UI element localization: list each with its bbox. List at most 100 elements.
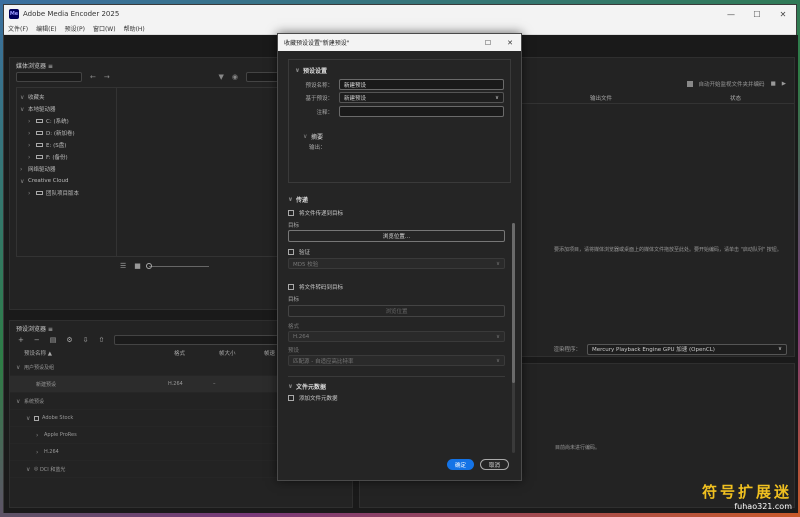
add-preset-icon[interactable]: + <box>18 336 24 344</box>
transcode-checkbox[interactable] <box>288 284 294 290</box>
back-icon[interactable]: ← <box>90 73 96 81</box>
copy-source-label: 将文件传递到目标 <box>299 211 344 217</box>
menu-help[interactable]: 帮助(H) <box>124 24 145 33</box>
encoding-status: 目前尚未进行编码。 <box>555 445 601 451</box>
cancel-button[interactable]: 取消 <box>479 459 509 470</box>
dialog-close-icon[interactable]: ✕ <box>499 39 521 47</box>
zoom-slider[interactable] <box>145 262 209 269</box>
chevron-right-icon: › <box>20 165 23 173</box>
chevron-right-icon: › <box>28 153 31 161</box>
watermark-url: fuhao321.com <box>734 502 792 511</box>
team-icon <box>36 191 43 195</box>
chevron-down-icon[interactable]: ∨ <box>295 67 303 74</box>
dialog-title: 收藏预设设置"新建预设" <box>284 40 350 47</box>
tree-item[interactable]: › F: (备份) <box>20 151 113 163</box>
preset-settings-dialog: 收藏预设设置"新建预设" ☐ ✕ ∨ 预设设置 预设名称： 新建预设 基于预设： 新建… <box>277 33 522 481</box>
title-bar: Me Adobe Media Encoder 2025 — ☐ ✕ <box>4 5 796 23</box>
preset-name-input[interactable]: 新建预设 <box>339 79 504 90</box>
chevron-right-icon: › <box>28 141 31 149</box>
deliver-title: 传递 <box>296 196 309 204</box>
chevron-down-icon[interactable]: ∨ <box>288 196 296 203</box>
tree-item[interactable]: ∨ 本地驱动器 <box>20 103 113 115</box>
start-queue-icon[interactable]: ▶ <box>782 81 786 87</box>
renderer-label: 渲染程序： <box>553 347 581 353</box>
comment-label: 注释： <box>316 109 333 116</box>
folder-tree: ∨ 收藏夹 ∨ 本地驱动器 › C: (系统) › D: (新加卷) › E: (S盘) … <box>17 88 117 256</box>
menu-file[interactable]: 文件(F) <box>8 24 28 33</box>
chevron-down-icon: ∨ <box>20 105 25 113</box>
verify-checkbox[interactable] <box>288 249 294 255</box>
col-output[interactable]: 输出文件 <box>590 94 730 102</box>
app-logo: Me <box>9 9 19 19</box>
browse2-button[interactable]: 浏览位置 <box>288 305 505 317</box>
chevron-right-icon: › <box>28 129 31 137</box>
add-metadata-checkbox[interactable] <box>288 395 294 401</box>
location-dropdown[interactable] <box>16 72 82 82</box>
col-status[interactable]: 状态 <box>730 94 741 102</box>
transcode-label: 将文件转码到目标 <box>299 285 344 291</box>
import-icon[interactable]: ⇩ <box>83 336 89 344</box>
target2-label: 目标 <box>288 297 300 303</box>
verify-dropdown[interactable]: MD5 校验 ∨ <box>288 258 505 269</box>
maximize-icon[interactable]: ☐ <box>744 10 770 19</box>
tree-item[interactable]: › C: (系统) <box>20 115 113 127</box>
autostart-checkbox[interactable] <box>686 81 693 87</box>
view-icon[interactable]: ◉ <box>232 73 238 81</box>
settings-icon[interactable]: ⚙ <box>66 336 72 344</box>
menu-window[interactable]: 窗口(W) <box>93 24 116 33</box>
tree-item[interactable]: › D: (新加卷) <box>20 127 113 139</box>
list-view-icon[interactable]: ☰ <box>120 262 126 270</box>
dialog-title-bar: 收藏预设设置"新建预设" ☐ ✕ <box>278 34 521 51</box>
metadata-title: 文件元数据 <box>296 383 327 391</box>
autostart-label: 自动开始监视文件夹并编码 <box>698 82 765 88</box>
menu-preset[interactable]: 预设(P) <box>65 24 85 33</box>
tree-item[interactable]: › 网络驱动器 <box>20 163 113 175</box>
stop-icon[interactable]: ■ <box>771 81 776 87</box>
target-label: 目标 <box>288 222 300 229</box>
col-rate[interactable]: 帧速 <box>264 349 275 357</box>
tree-item[interactable]: ∨ Creative Cloud <box>20 175 113 187</box>
forward-icon[interactable]: → <box>104 73 110 81</box>
window-title: Adobe Media Encoder 2025 <box>23 10 120 18</box>
chevron-down-icon[interactable]: ∨ <box>288 383 296 390</box>
chevron-down-icon: ∨ <box>495 357 500 364</box>
chevron-down-icon: ∨ <box>777 346 782 352</box>
preset-dropdown[interactable]: 匹配源 - 自适应高比特率 ∨ <box>288 355 505 366</box>
chevron-down-icon: ∨ <box>495 260 500 267</box>
based-on-dropdown[interactable]: 新建预设 ∨ <box>339 92 504 103</box>
minimize-icon[interactable]: — <box>718 10 744 19</box>
browse-button[interactable]: 浏览位置... <box>288 230 505 242</box>
preset-settings-section: ∨ 预设设置 预设名称： 新建预设 基于预设： 新建预设 ∨ 注释： ∨ 摘要 输出： <box>288 59 511 183</box>
drive-icon <box>36 155 43 159</box>
thumbnail-view-icon[interactable]: ■ <box>134 262 141 270</box>
dialog-maximize-icon[interactable]: ☐ <box>477 39 499 47</box>
tree-item[interactable]: › E: (S盘) <box>20 139 113 151</box>
tree-item[interactable]: › 团队项目版本 <box>20 187 113 199</box>
deliver-section: ∨ 传递 将文件传递到目标 目标 浏览位置... 验证 MD5 校验 ∨ 将文件转码… <box>288 193 511 404</box>
col-format[interactable]: 格式 <box>174 349 219 357</box>
col-size[interactable]: 帧大小 <box>219 349 264 357</box>
comment-input[interactable] <box>339 106 504 117</box>
format-dropdown[interactable]: H.264 ∨ <box>288 331 505 342</box>
col-name[interactable]: 预设名称 ▲ <box>24 349 174 357</box>
dialog-scrollbar[interactable] <box>512 223 515 453</box>
tree-item[interactable]: ∨ 收藏夹 <box>20 91 113 103</box>
menu-edit[interactable]: 编辑(E) <box>36 24 56 33</box>
renderer-dropdown[interactable]: Mercury Playback Engine GPU 加速 (OpenCL) ∨ <box>587 343 787 355</box>
group-icon[interactable]: ▤ <box>50 336 57 344</box>
copy-source-checkbox[interactable] <box>288 210 294 216</box>
ok-button[interactable]: 确定 <box>446 459 474 470</box>
queue-hint: 要添加项目，请将媒体浏览器或桌面上的媒体文件拖放至此处。要开始编码，请单击 "启… <box>554 247 782 253</box>
watermark-text: 符号扩展迷 <box>701 483 792 501</box>
chevron-down-icon[interactable]: ∨ <box>303 133 311 140</box>
add-metadata-label: 添加文件元数据 <box>299 396 338 402</box>
based-on-label: 基于预设： <box>305 95 333 102</box>
output-label: 输出： <box>309 145 326 151</box>
remove-preset-icon[interactable]: − <box>34 336 40 344</box>
chevron-right-icon: › <box>28 117 31 125</box>
filter-icon[interactable]: ▼ <box>219 73 224 81</box>
chevron-down-icon: ∨ <box>20 93 25 101</box>
close-icon[interactable]: ✕ <box>770 10 796 19</box>
preset-name-label: 预设名称： <box>305 82 333 89</box>
export-icon[interactable]: ⇧ <box>99 336 105 344</box>
